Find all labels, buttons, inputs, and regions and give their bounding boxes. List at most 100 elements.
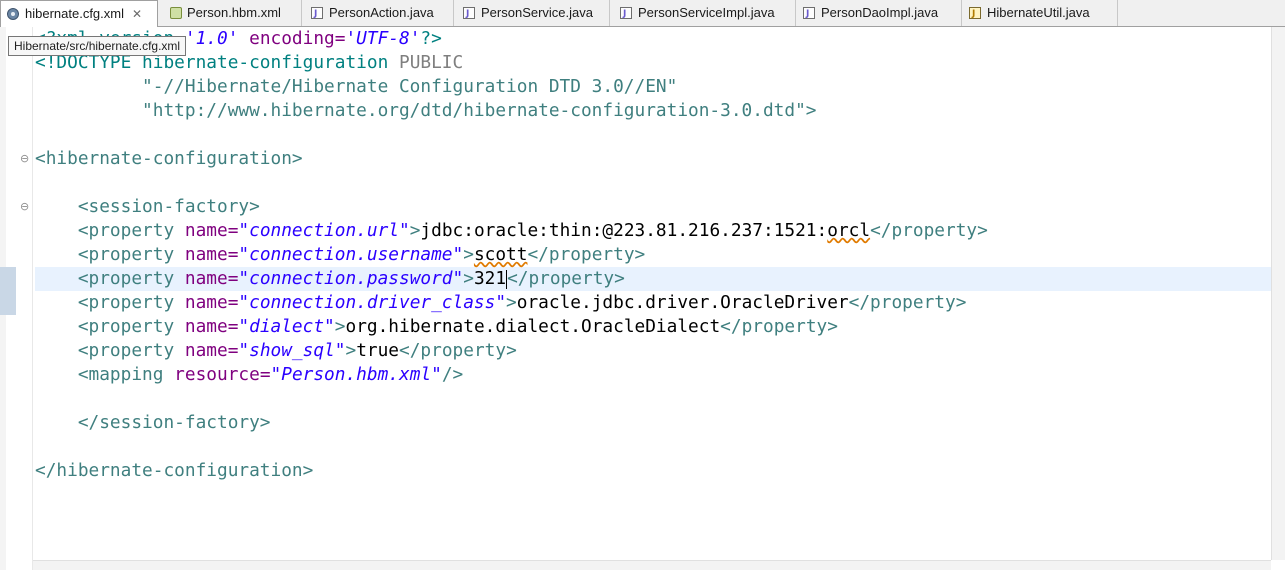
code-line[interactable]: "-//Hibernate/Hibernate Configuration DT…	[35, 75, 1271, 99]
tab-hibernate-cfg-xml[interactable]: hibernate.cfg.xml ✕	[0, 0, 158, 27]
code-token: </property>	[527, 244, 646, 265]
code-token: >	[334, 316, 346, 337]
code-token: "dialect"	[238, 316, 335, 337]
code-token: "connection.username"	[238, 244, 464, 265]
tab-label: PersonDaoImpl.java	[821, 5, 939, 20]
code-token: 321	[473, 268, 507, 289]
code-token: "http://www.hibernate.org/dtd/hibernate-…	[35, 100, 817, 121]
code-line[interactable]	[35, 387, 1271, 411]
code-token: name=	[184, 244, 239, 265]
code-token: name=	[184, 220, 239, 241]
tab-hibernate-util-java[interactable]: HibernateUtil.java	[962, 0, 1118, 27]
code-token: scott	[473, 244, 528, 265]
code-token: <mapping	[35, 364, 175, 385]
code-token: <property	[35, 268, 185, 289]
code-token: <hibernate-configuration>	[35, 148, 303, 169]
tab-label: PersonServiceImpl.java	[638, 5, 775, 20]
java-file-icon	[620, 1, 632, 27]
tab-label: PersonService.java	[481, 5, 593, 20]
code-token: </session-factory>	[35, 412, 271, 433]
code-token: <property	[35, 316, 185, 337]
gutter-divider	[32, 27, 33, 570]
code-token: true	[356, 340, 400, 361]
tab-label: HibernateUtil.java	[987, 5, 1090, 20]
tab-person-action-java[interactable]: PersonAction.java	[302, 0, 454, 27]
tab-label: hibernate.cfg.xml	[25, 6, 124, 21]
code-line[interactable]: <property name="dialect">org.hibernate.d…	[35, 315, 1271, 339]
editor-tab-bar: hibernate.cfg.xml ✕ Person.hbm.xml Perso…	[0, 0, 1285, 27]
current-line-marker	[0, 267, 16, 315]
code-token: name=	[184, 316, 239, 337]
code-token: >	[463, 268, 474, 289]
java-file-icon	[803, 1, 815, 27]
vertical-scrollbar[interactable]	[1271, 27, 1285, 560]
code-line[interactable]: </hibernate-configuration>	[35, 459, 1271, 483]
fold-toggle-icon[interactable]: ⊖	[20, 201, 32, 213]
tab-person-service-java[interactable]: PersonService.java	[454, 0, 610, 27]
code-line[interactable]: <property name="connection.password">321…	[35, 267, 1271, 291]
tab-tooltip: Hibernate/src/hibernate.cfg.xml	[8, 36, 187, 56]
code-line[interactable]: <!DOCTYPE hibernate-configuration PUBLIC	[35, 51, 1271, 75]
code-token: <property	[35, 220, 185, 241]
code-token: name=	[184, 340, 239, 361]
code-token: "connection.driver_class"	[238, 292, 507, 313]
code-token: resource=	[174, 364, 271, 385]
xml-config-icon	[7, 8, 19, 20]
code-token: </property>	[399, 340, 517, 361]
code-token: <property	[35, 292, 185, 313]
code-token: encoding=	[238, 28, 346, 49]
java-file-icon	[311, 1, 323, 27]
code-token: </property>	[720, 316, 838, 337]
code-line[interactable]	[35, 435, 1271, 459]
hbm-file-icon	[170, 7, 182, 19]
code-line[interactable]: <?xml version='1.0' encoding='UTF-8'?>	[35, 27, 1271, 51]
code-token: >	[409, 220, 421, 241]
code-token: </property>	[507, 268, 625, 289]
code-line[interactable]: "http://www.hibernate.org/dtd/hibernate-…	[35, 99, 1271, 123]
java-file-icon	[463, 1, 475, 27]
code-line[interactable]: <property name="connection.username">sco…	[35, 243, 1271, 267]
code-token: ?>	[420, 28, 442, 49]
code-token: '1.0'	[184, 28, 239, 49]
code-line[interactable]: <property name="show_sql">true</property…	[35, 339, 1271, 363]
code-token: <session-factory>	[35, 196, 260, 217]
tab-person-hbm-xml[interactable]: Person.hbm.xml	[158, 0, 302, 26]
code-token: name=	[184, 268, 239, 289]
code-token: </property>	[848, 292, 967, 313]
code-line[interactable]: <property name="connection.driver_class"…	[35, 291, 1271, 315]
code-token: jdbc:oracle:thin:@223.81.216.237:1521:	[420, 220, 828, 241]
code-token: "-//Hibernate/Hibernate Configuration DT…	[35, 76, 678, 97]
tab-label: Person.hbm.xml	[187, 5, 281, 20]
code-token: >	[345, 340, 357, 361]
code-token: />	[441, 364, 464, 385]
code-line[interactable]: <session-factory>	[35, 195, 1271, 219]
code-token: 'UTF-8'	[345, 28, 421, 49]
code-token: >	[463, 244, 474, 265]
code-area[interactable]: <?xml version='1.0' encoding='UTF-8'?><!…	[35, 27, 1271, 483]
code-token: "connection.password"	[238, 268, 464, 289]
code-line[interactable]	[35, 123, 1271, 147]
code-token: PUBLIC	[398, 52, 464, 73]
code-token: orcl	[827, 220, 871, 241]
horizontal-scrollbar[interactable]	[33, 560, 1271, 570]
code-line[interactable]	[35, 171, 1271, 195]
code-token: oracle.jdbc.driver.OracleDriver	[516, 292, 849, 313]
code-token: <property	[35, 244, 185, 265]
tab-person-service-impl-java[interactable]: PersonServiceImpl.java	[610, 0, 796, 27]
code-token: "show_sql"	[238, 340, 346, 361]
close-icon[interactable]: ✕	[132, 1, 142, 27]
code-line[interactable]: <mapping resource="Person.hbm.xml"/>	[35, 363, 1271, 387]
code-line[interactable]: <property name="connection.url">jdbc:ora…	[35, 219, 1271, 243]
code-token: <property	[35, 340, 185, 361]
code-token: org.hibernate.dialect.OracleDialect	[345, 316, 721, 337]
code-token: name=	[184, 292, 239, 313]
code-token: </hibernate-configuration>	[35, 460, 314, 481]
xml-editor[interactable]: ⊖ ⊖ <?xml version='1.0' encoding='UTF-8'…	[0, 27, 1285, 570]
code-line[interactable]: </session-factory>	[35, 411, 1271, 435]
code-token: >	[506, 292, 517, 313]
tab-person-dao-impl-java[interactable]: PersonDaoImpl.java	[796, 0, 962, 27]
tab-label: PersonAction.java	[329, 5, 434, 20]
code-line[interactable]: <hibernate-configuration>	[35, 147, 1271, 171]
fold-toggle-icon[interactable]: ⊖	[20, 153, 32, 165]
code-token: "Person.hbm.xml"	[270, 364, 442, 385]
